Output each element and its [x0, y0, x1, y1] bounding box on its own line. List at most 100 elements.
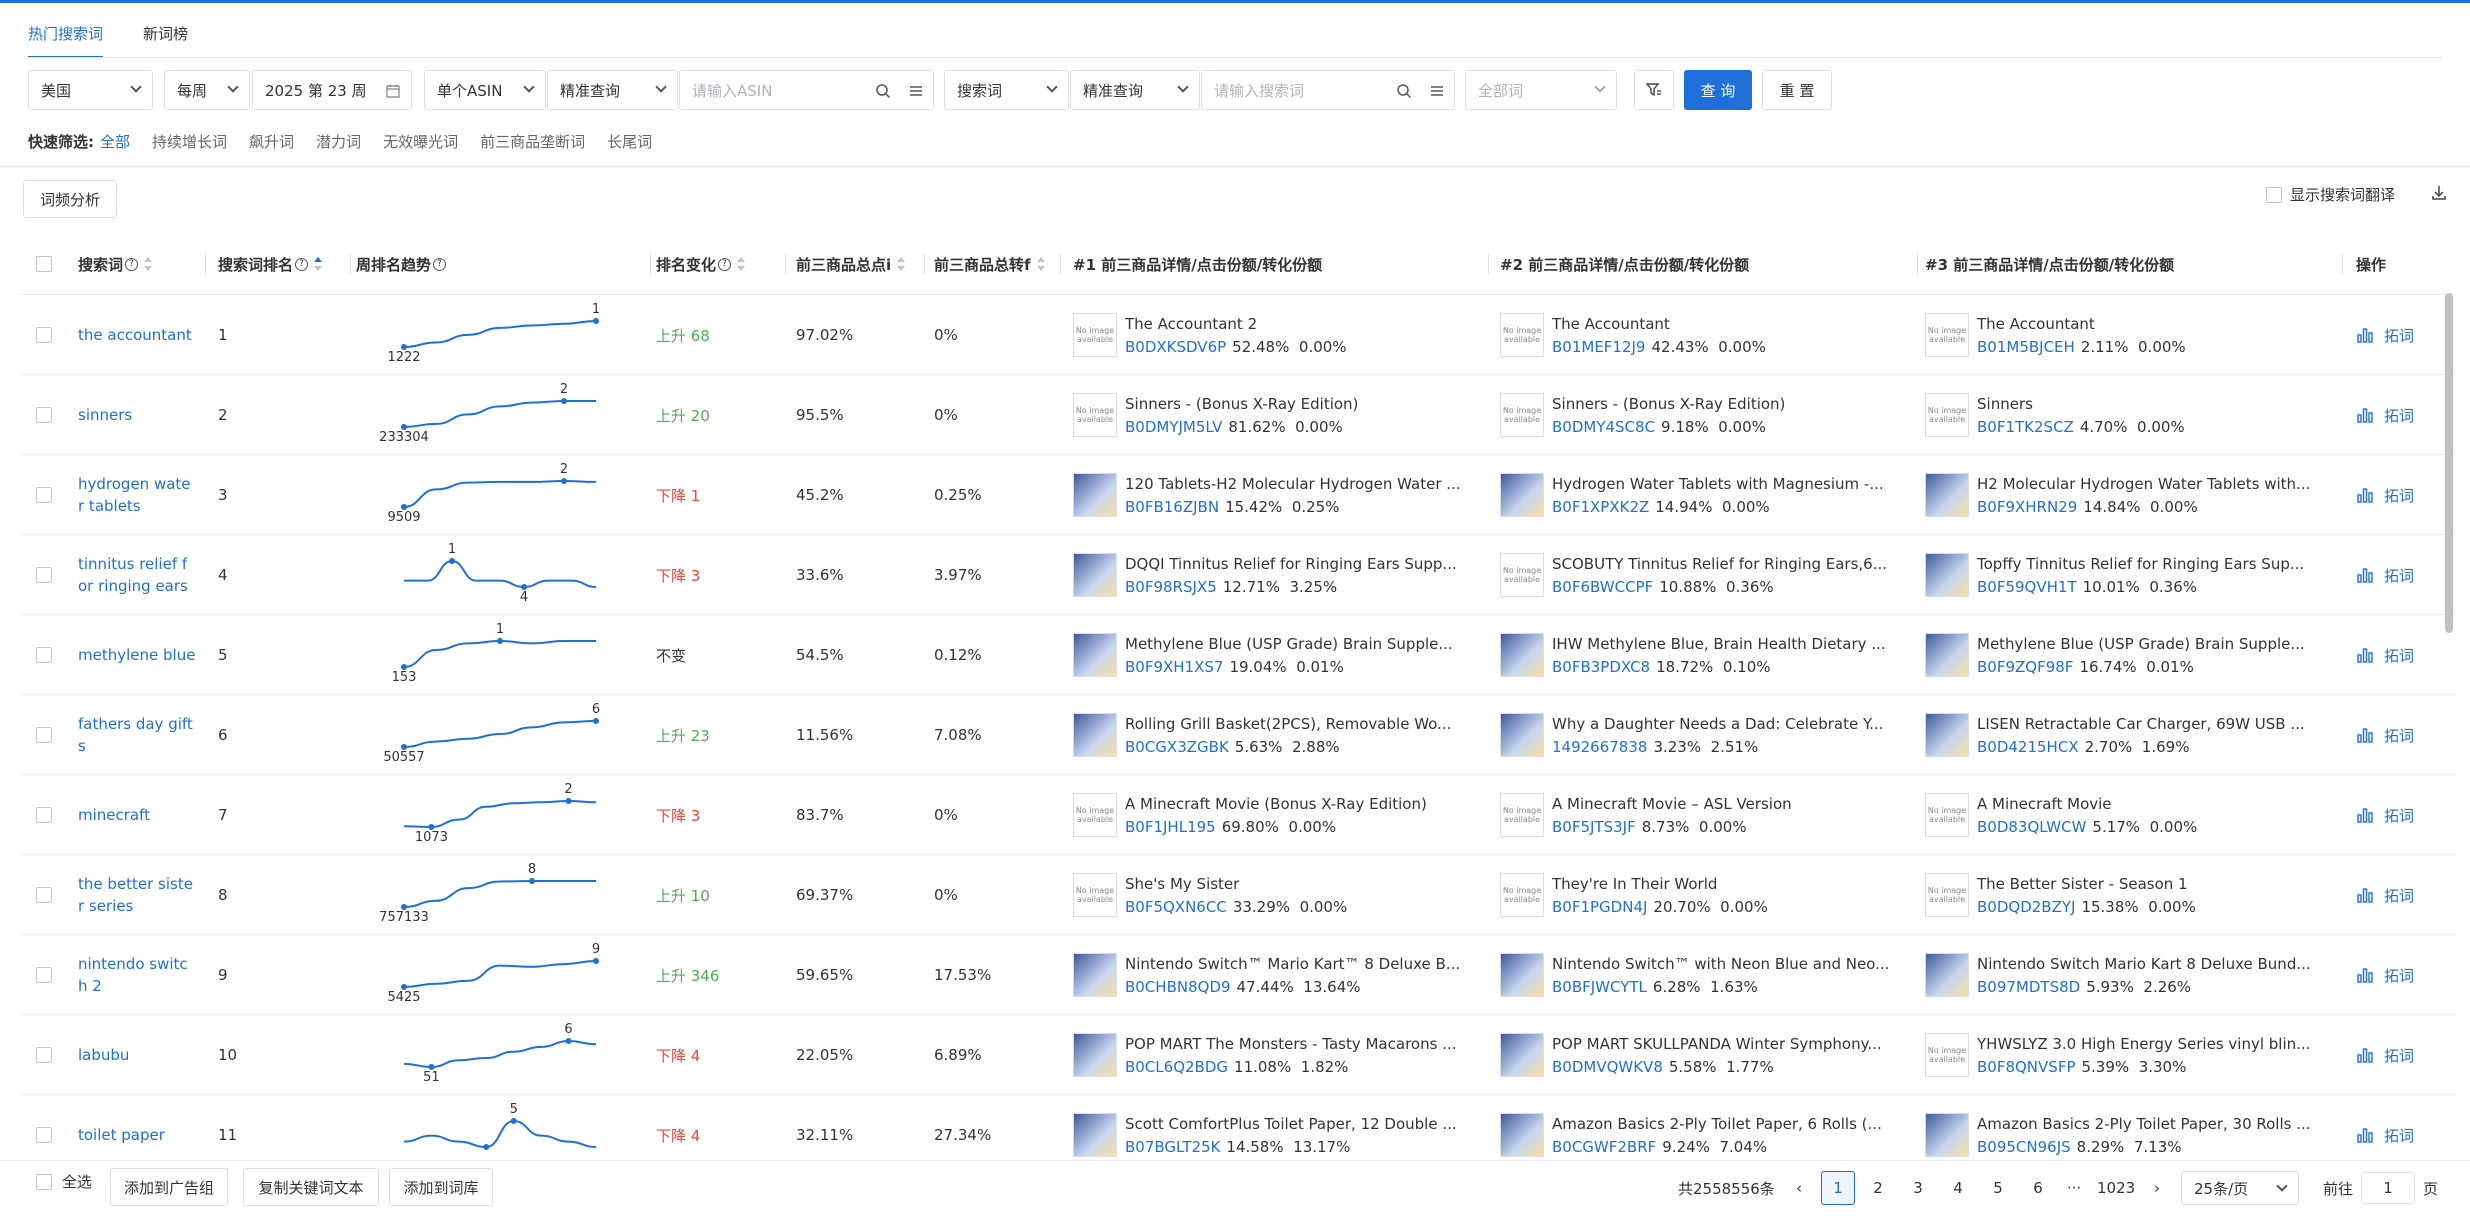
tab-new-words[interactable]: 新词榜 [143, 23, 188, 58]
row-checkbox[interactable] [36, 407, 52, 423]
keyword-cell[interactable]: toilet paper [78, 1095, 218, 1160]
product-asin-link[interactable]: B0CHBN8QD9 [1125, 978, 1231, 996]
trend-sparkline[interactable]: 41 [356, 535, 646, 615]
keyword-link[interactable]: sinners [78, 404, 196, 426]
product-asin-link[interactable]: B0DMYJM5LV [1125, 418, 1222, 436]
expand-keywords-link[interactable]: 拓词 [2384, 885, 2414, 906]
help-icon[interactable]: ? [295, 257, 309, 271]
bar-chart-icon[interactable] [2356, 966, 2374, 984]
tab-hot-search[interactable]: 热门搜索词 [28, 23, 104, 58]
row-checkbox-cell[interactable] [36, 1015, 52, 1095]
product-image[interactable] [1073, 1113, 1117, 1157]
sort-icon[interactable] [897, 257, 906, 271]
product-title[interactable]: Methylene Blue (USP Grade) Brain Supple.… [1125, 635, 1485, 653]
row-checkbox-cell[interactable] [36, 1095, 52, 1160]
table-row[interactable]: nintendo switch 2 9 5425 9 上升 346 59.65% 17.53… [20, 935, 2455, 1015]
product-image[interactable]: No image available [1073, 873, 1117, 917]
help-icon[interactable]: ? [125, 257, 139, 271]
trend-sparkline[interactable]: 9509 2 [356, 455, 646, 535]
keyword-cell[interactable]: labubu [78, 1015, 218, 1095]
quick-filter-monopoly[interactable]: 前三商品垄断词 [480, 131, 585, 152]
country-select[interactable]: 美国 [28, 70, 153, 110]
product-asin-link[interactable]: 1492667838 [1552, 738, 1647, 756]
product-asin-link[interactable]: B0D83QLWCW [1977, 818, 2086, 836]
table-row[interactable]: methylene blue 5 153 1 不变 54.5% 0.12% Methylene… [20, 615, 2455, 695]
product-image[interactable] [1500, 633, 1544, 677]
product-image[interactable] [1500, 953, 1544, 997]
product-asin-link[interactable]: B0F1XPXK2Z [1552, 498, 1649, 516]
header-rank[interactable]: 搜索词排名? [218, 250, 323, 278]
product-asin-link[interactable]: B0D4215HCX [1977, 738, 2079, 756]
row-checkbox-cell[interactable] [36, 695, 52, 775]
row-checkbox-cell[interactable] [36, 935, 52, 1015]
product-image[interactable] [1925, 473, 1969, 517]
product-image[interactable]: No image available [1925, 793, 1969, 837]
download-icon[interactable] [2430, 184, 2448, 206]
row-checkbox-cell[interactable] [36, 775, 52, 855]
keyword-match-select[interactable]: 精准查询 [1070, 70, 1200, 110]
keyword-link[interactable]: methylene blue [78, 644, 196, 666]
expand-keywords-link[interactable]: 拓词 [2384, 565, 2414, 586]
keyword-link[interactable]: minecraft [78, 804, 196, 826]
product-title[interactable]: Why a Daughter Needs a Dad: Celebrate Y.… [1552, 715, 1912, 733]
list-icon[interactable] [1428, 82, 1446, 100]
expand-keywords-link[interactable]: 拓词 [2384, 805, 2414, 826]
asin-mode-select[interactable]: 单个ASIN [424, 70, 546, 110]
trend-sparkline[interactable]: 757133 8 [356, 855, 646, 935]
keyword-link[interactable]: hydrogen water tablets [78, 473, 196, 517]
product-asin-link[interactable]: B0DQD2BZYJ [1977, 898, 2075, 916]
product-title[interactable]: Topffy Tinnitus Relief for Ringing Ears … [1977, 555, 2337, 573]
table-row[interactable]: sinners 2 233304 2 上升 20 95.5% 0% No image avai… [20, 375, 2455, 455]
trend-sparkline[interactable]: 1073 2 [356, 775, 646, 855]
page-1[interactable]: 1 [1821, 1171, 1855, 1205]
row-checkbox-cell[interactable] [36, 615, 52, 695]
search-icon[interactable] [1396, 83, 1412, 99]
table-row[interactable]: hydrogen water tablets 3 9509 2 下降 1 45.2% 0.2… [20, 455, 2455, 535]
product-title[interactable]: Methylene Blue (USP Grade) Brain Supple.… [1977, 635, 2337, 653]
sort-icon[interactable] [1036, 257, 1045, 271]
product-asin-link[interactable]: B0F5JTS3JF [1552, 818, 1636, 836]
product-title[interactable]: H2 Molecular Hydrogen Water Tablets with… [1977, 475, 2337, 493]
expand-keywords-link[interactable]: 拓词 [2384, 1125, 2414, 1146]
help-icon[interactable]: ? [718, 257, 732, 271]
page-6[interactable]: 6 [2021, 1171, 2055, 1205]
bar-chart-icon[interactable] [2356, 646, 2374, 664]
product-title[interactable]: She's My Sister [1125, 875, 1485, 893]
quick-filter-soaring[interactable]: 飙升词 [249, 131, 294, 152]
product-asin-link[interactable]: B0CGWF2BRF [1552, 1138, 1656, 1156]
keyword-cell[interactable]: the better sister series [78, 855, 218, 935]
product-image[interactable]: No image available [1925, 313, 1969, 357]
product-image[interactable] [1925, 953, 1969, 997]
product-image[interactable]: No image available [1073, 393, 1117, 437]
row-checkbox[interactable] [36, 567, 52, 583]
product-asin-link[interactable]: B0F98RSJX5 [1125, 578, 1217, 596]
product-asin-link[interactable]: B0F6BWCCPF [1552, 578, 1653, 596]
keyword-cell[interactable]: the accountant [78, 295, 218, 375]
row-checkbox[interactable] [36, 647, 52, 663]
product-asin-link[interactable]: B0F1TK2SCZ [1977, 418, 2074, 436]
product-title[interactable]: Rolling Grill Basket(2PCS), Removable Wo… [1125, 715, 1485, 733]
product-asin-link[interactable]: B0DXKSDV6P [1125, 338, 1226, 356]
bar-chart-icon[interactable] [2356, 1046, 2374, 1064]
page-size-select[interactable]: 25条/页 [2181, 1171, 2299, 1205]
row-checkbox-cell[interactable] [36, 295, 52, 375]
product-title[interactable]: Nintendo Switch Mario Kart 8 Deluxe Bund… [1977, 955, 2337, 973]
trend-sparkline[interactable]: 50557 6 [356, 695, 646, 775]
select-all-checkbox[interactable] [36, 1173, 52, 1190]
product-image[interactable] [1500, 1033, 1544, 1077]
bar-chart-icon[interactable] [2356, 886, 2374, 904]
expand-keywords-link[interactable]: 拓词 [2384, 725, 2414, 746]
bar-chart-icon[interactable] [2356, 406, 2374, 424]
expand-keywords-link[interactable]: 拓词 [2384, 405, 2414, 426]
product-image[interactable]: No image available [1925, 873, 1969, 917]
quick-filter-potential[interactable]: 潜力词 [316, 131, 361, 152]
reset-button[interactable]: 重 置 [1762, 70, 1832, 110]
product-title[interactable]: Amazon Basics 2-Ply Toilet Paper, 6 Roll… [1552, 1115, 1912, 1133]
product-title[interactable]: POP MART The Monsters - Tasty Macarons .… [1125, 1035, 1485, 1053]
page-last[interactable]: 1023 [2097, 1171, 2135, 1205]
quick-filter-growing[interactable]: 持续增长词 [152, 131, 227, 152]
row-checkbox-cell[interactable] [36, 455, 52, 535]
list-icon[interactable] [907, 82, 925, 100]
product-title[interactable]: They're In Their World [1552, 875, 1912, 893]
trend-sparkline[interactable]: 5425 9 [356, 935, 646, 1015]
